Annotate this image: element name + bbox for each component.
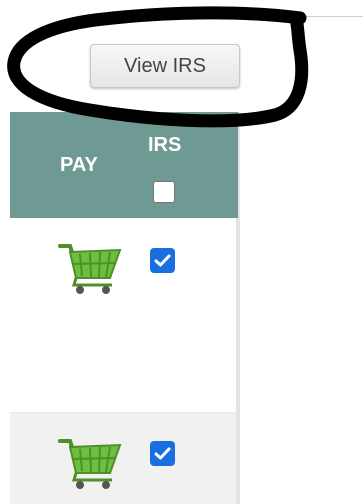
column-header-pay: PAY [60,154,98,176]
payments-table: PAY IRS [10,112,238,504]
table-row [10,412,238,504]
shopping-cart-icon[interactable] [58,240,124,296]
irs-checkbox[interactable] [150,441,175,466]
divider-line [290,16,363,17]
view-irs-button[interactable]: View IRS [90,44,240,88]
irs-checkbox[interactable] [150,248,175,273]
column-header-irs: IRS [148,134,182,156]
table-header: PAY IRS [10,112,238,218]
column-divider [238,112,240,504]
page-canvas: PAY IRS View IRS [0,0,363,504]
checkmark-icon [154,447,171,460]
select-all-irs-checkbox[interactable] [153,181,175,203]
shopping-cart-icon[interactable] [58,435,124,491]
checkmark-icon [154,254,171,267]
